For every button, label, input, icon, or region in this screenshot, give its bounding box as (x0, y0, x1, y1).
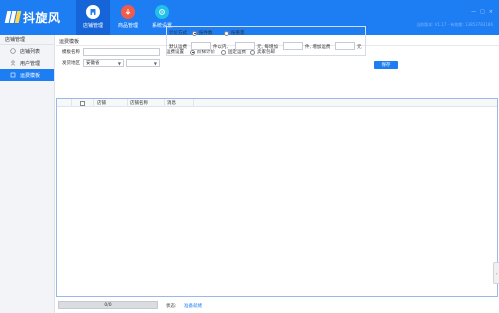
first-price-input[interactable] (235, 42, 255, 50)
template-name-input[interactable] (83, 48, 160, 56)
radio-dot-checked (192, 30, 197, 36)
side-collapse-handle[interactable]: ‹ (493, 262, 499, 284)
window-controls: — □ × (471, 9, 493, 15)
version-info: 当前版本: V1.17 - 有效期: 13853783186 (416, 22, 493, 27)
sidebar: 店铺管理 店铺列表 用户管理 运费模板 (0, 35, 55, 313)
progress-text: 0/0 (104, 302, 112, 308)
radio-by-count[interactable]: 按件数 (192, 30, 213, 36)
store-icon (86, 5, 100, 19)
sidebar-item-store-list[interactable]: 店铺列表 (0, 45, 54, 57)
city-select[interactable]: ▼ (126, 59, 160, 67)
column-divider (193, 99, 194, 107)
table-header: 店铺 店铺名称 消息 (57, 99, 497, 107)
page-title: 运费模板 (59, 39, 80, 45)
status-bar: 0/0 状态: 准备就绪 (56, 299, 499, 313)
province-select[interactable]: 安徽省 ▼ (83, 59, 124, 67)
logo-mark-icon (4, 10, 22, 24)
close-button[interactable]: × (489, 9, 493, 15)
add-price-input[interactable] (335, 42, 355, 50)
sidebar-item-label: 用户管理 (20, 60, 41, 67)
tab-product-management[interactable]: 商品管理 (111, 0, 145, 35)
radio-label: 按重量 (231, 31, 245, 36)
sidebar-item-user-management[interactable]: 用户管理 (0, 57, 54, 69)
radio-by-weight[interactable]: 按重量 (224, 30, 245, 36)
column-divider (127, 99, 128, 107)
gear-icon (155, 5, 169, 19)
user-icon (10, 60, 16, 66)
progress-bar: 0/0 (58, 301, 158, 309)
tab-product-management-label: 商品管理 (117, 23, 138, 29)
add-count-input[interactable] (283, 42, 303, 50)
ship-from-label: 发货地区 (62, 61, 80, 66)
pricing-method-label: 计价方式 (169, 31, 187, 36)
save-button[interactable]: 保存 (374, 61, 398, 69)
store-table: 店铺 店铺名称 消息 (56, 98, 498, 297)
sidebar-item-label: 运费模板 (20, 72, 41, 79)
sidebar-header: 店铺管理 (0, 35, 54, 45)
radio-dot (224, 30, 229, 36)
template-name-label: 模板名称 (62, 50, 80, 55)
column-divider (71, 99, 72, 107)
chevron-down-icon: ▼ (117, 60, 121, 66)
status-label: 状态: (166, 304, 177, 309)
within-label: 件以内, (213, 45, 228, 50)
app-logo: 抖旋风 (4, 9, 61, 25)
each-add-label: 元, 每增加 (257, 45, 278, 50)
maximize-button[interactable]: □ (480, 9, 485, 15)
tab-store-management[interactable]: 店铺管理 (76, 0, 110, 35)
column-header-store[interactable]: 店铺 (97, 100, 106, 106)
column-header-store-name[interactable]: 店铺名称 (130, 100, 148, 106)
freight-settings-box: 计价方式 按件数 按重量 默认运费 件以内, 元, 每增加 件, 增加运费 元 (166, 26, 366, 56)
sidebar-item-freight-template[interactable]: 运费模板 (0, 69, 54, 81)
radio-label: 按件数 (199, 31, 213, 36)
yuan-label: 元 (357, 45, 362, 50)
sidebar-item-label: 店铺列表 (20, 48, 41, 55)
chevron-left-icon: ‹ (495, 270, 498, 276)
province-select-value: 安徽省 (86, 61, 100, 66)
template-icon (10, 72, 16, 78)
select-all-checkbox[interactable] (80, 100, 85, 106)
status-value: 准备就绪 (184, 304, 202, 309)
add-freight-label: 件, 增加运费 (305, 45, 331, 50)
tab-store-management-label: 店铺管理 (82, 23, 103, 29)
chevron-down-icon: ▼ (153, 60, 157, 66)
column-divider (164, 99, 165, 107)
column-header-message[interactable]: 消息 (167, 100, 176, 106)
store-list-icon (10, 48, 16, 54)
first-count-input[interactable] (191, 42, 211, 50)
default-freight-label: 默认运费 (169, 45, 187, 50)
product-icon (121, 5, 135, 19)
brand-name: 抖旋风 (23, 10, 61, 25)
minimize-button[interactable]: — (471, 9, 476, 15)
column-divider (93, 99, 94, 107)
